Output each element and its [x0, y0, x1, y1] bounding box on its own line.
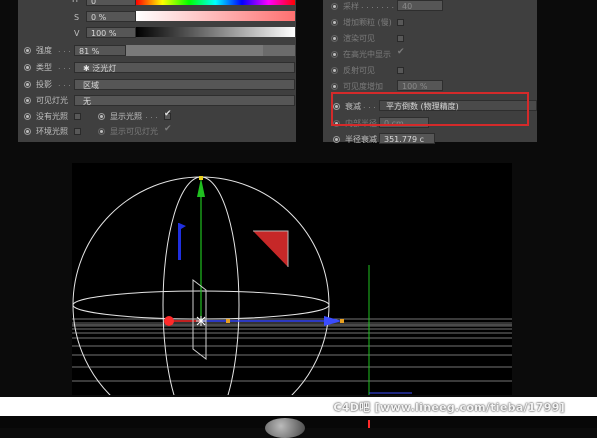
floor-grid	[72, 318, 512, 382]
type-select[interactable]: ✱ 泛光灯	[74, 62, 295, 73]
visibility-add-label: 可见度增加	[343, 82, 383, 91]
y-axis-arrow-icon[interactable]	[197, 178, 205, 197]
show-illum-label: 显示光照	[110, 112, 142, 121]
red-marker	[368, 420, 370, 428]
hue-slider[interactable]	[136, 0, 295, 5]
type-value: 泛光灯	[92, 64, 117, 73]
visible-light-select[interactable]: 无	[74, 95, 295, 106]
3d-viewport[interactable]	[72, 163, 512, 434]
shadow-anim-radio[interactable]	[24, 81, 31, 88]
light-attributes-panel: H 0 S 0 % V 100 % 强度 . . . . 81 % 类型 . .…	[18, 0, 296, 142]
render-visible-label: 渲染可见	[343, 34, 375, 43]
reflection-visible-label: 反射可见	[343, 66, 375, 75]
render-visible-anim-radio[interactable]	[331, 35, 338, 42]
shadow-label: 投影	[36, 80, 52, 89]
ambient-checkbox[interactable]	[74, 128, 81, 135]
show-in-editor-anim-radio[interactable]	[331, 51, 338, 58]
watermark-text: C4D吧 [www.lineeg.com/tieba/1799]	[333, 401, 565, 414]
falloff-highlight-box	[331, 92, 529, 126]
visible-light-anim-radio[interactable]	[24, 97, 31, 104]
sphere-preview-icon	[265, 418, 305, 438]
show-visible-label: 显示可见灯光	[110, 127, 158, 136]
value-slider[interactable]	[136, 27, 295, 37]
reflection-visible-checkbox[interactable]	[397, 67, 404, 74]
intensity-label: 强度	[36, 46, 52, 55]
show-illum-anim-radio[interactable]	[98, 113, 105, 120]
ambient-anim-radio[interactable]	[24, 128, 31, 135]
h-input[interactable]: 0	[86, 0, 136, 6]
viewport-canvas	[72, 176, 512, 434]
shadow-select[interactable]: 区域	[74, 79, 295, 90]
bottom-strip	[0, 416, 597, 438]
type-label: 类型	[36, 63, 52, 72]
y-handle[interactable]	[199, 176, 203, 180]
s-input[interactable]: 0 %	[86, 11, 136, 22]
v-input[interactable]: 100 %	[86, 27, 136, 38]
x-handle[interactable]	[340, 319, 344, 323]
render-visible-checkbox[interactable]	[397, 35, 404, 42]
intensity-slider[interactable]	[126, 45, 295, 56]
show-visible-anim-radio[interactable]	[98, 128, 105, 135]
no-illum-anim-radio[interactable]	[24, 113, 31, 120]
visibility-add-anim-radio[interactable]	[331, 83, 338, 90]
red-corner-icon	[253, 230, 289, 267]
visible-light-label: 可见灯光	[36, 96, 68, 105]
add-grain-checkbox[interactable]	[397, 19, 404, 26]
add-grain-label: 增加颗粒 (慢)	[343, 18, 392, 27]
v-label: V	[74, 29, 80, 38]
bulb-icon: ✱	[83, 64, 90, 73]
ambient-label: 环境光照	[36, 127, 68, 136]
saturation-slider[interactable]	[136, 11, 295, 21]
samples-input[interactable]: 40	[397, 0, 443, 11]
reflection-anim-radio[interactable]	[331, 67, 338, 74]
radius-label: 半径衰减	[345, 135, 377, 144]
z-axis-handle[interactable]	[164, 316, 174, 326]
radius-anim-radio[interactable]	[333, 136, 340, 143]
intensity-slider-fill	[126, 45, 263, 56]
radius-input[interactable]: 351.779 c	[379, 133, 435, 144]
checkmark-icon: ✔	[164, 124, 172, 134]
x-mid-handle[interactable]	[226, 319, 230, 323]
light-center-icon[interactable]	[196, 316, 206, 326]
blue-flag-icon	[178, 223, 186, 260]
checkmark-icon: ✔	[397, 47, 405, 57]
s-label: S	[74, 13, 80, 22]
visibility-add-input[interactable]: 100 %	[397, 80, 443, 91]
intensity-anim-radio[interactable]	[24, 47, 31, 54]
no-illum-checkbox[interactable]	[74, 113, 81, 120]
checkmark-icon: ✔	[164, 109, 172, 119]
no-illum-label: 没有光照	[36, 112, 68, 121]
horizon-band	[72, 322, 512, 327]
intensity-input[interactable]: 81 %	[74, 45, 126, 56]
type-anim-radio[interactable]	[24, 64, 31, 71]
samples-anim-radio[interactable]	[331, 3, 338, 10]
show-in-editor-label: 在高光中显示	[343, 50, 391, 59]
add-grain-anim-radio[interactable]	[331, 19, 338, 26]
samples-label: 采样	[343, 2, 359, 11]
